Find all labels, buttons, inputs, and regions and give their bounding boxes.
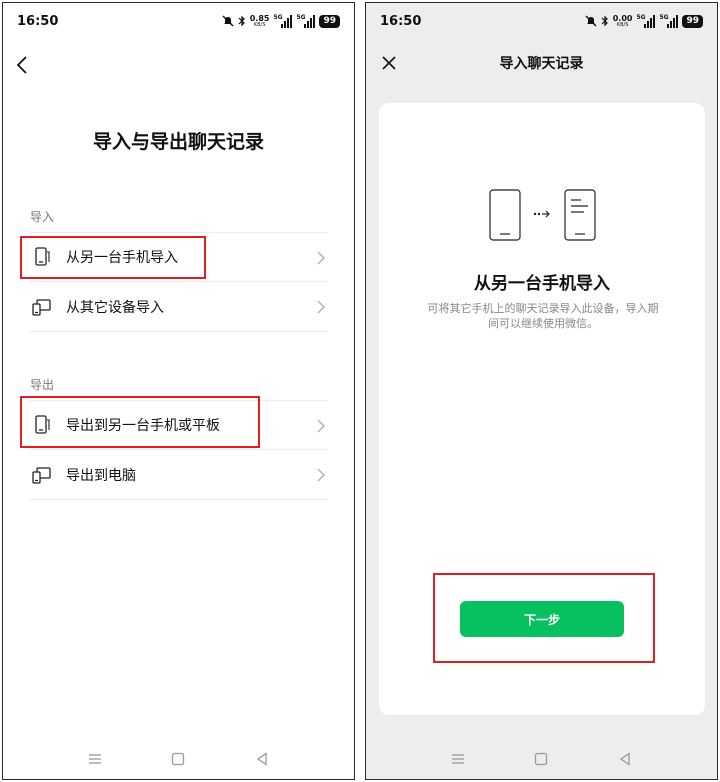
phone-icon [32, 247, 52, 267]
export-to-phone-item[interactable]: 导出到另一台手机或平板 [30, 400, 328, 450]
import-card: 从另一台手机导入 可将其它手机上的聊天记录导入此设备，导入期间可以继续使用微信。… [379, 103, 705, 715]
status-bar: 16:50 0.85 KB/S 5G 5G 99 [3, 3, 354, 43]
signal-icon: 5G [636, 14, 656, 28]
export-section-label: 导出 [30, 378, 55, 392]
bluetooth-icon [601, 15, 609, 27]
right-phone-screen: 16:50 0.00 KB/S 5G 5G 99 导入聊天记录 从另一台手机导入… [365, 2, 718, 780]
chevron-right-icon [316, 467, 326, 483]
devices-icon [32, 465, 52, 485]
system-nav-bar [3, 739, 354, 779]
network-speed: 0.00 KB/S [612, 13, 633, 28]
battery-indicator: 99 [682, 14, 703, 28]
card-title: 从另一台手机导入 [474, 274, 610, 294]
status-icons: 0.85 KB/S 5G 5G 99 [222, 13, 340, 29]
card-description: 可将其它手机上的聊天记录导入此设备，导入期间可以继续使用微信。 [427, 302, 659, 330]
status-time: 16:50 [17, 14, 59, 29]
page-title: 导入与导出聊天记录 [92, 131, 264, 153]
page-title: 导入聊天记录 [499, 56, 584, 72]
system-nav-bar [366, 739, 717, 779]
status-icons: 0.00 KB/S 5G 5G 99 [585, 13, 703, 29]
network-speed: 0.85 KB/S [249, 13, 270, 28]
home-icon[interactable] [532, 750, 550, 768]
import-from-other-device-item[interactable]: 从其它设备导入 [30, 282, 328, 332]
export-to-computer-label: 导出到电脑 [66, 467, 136, 484]
status-time: 16:50 [380, 14, 422, 29]
chevron-right-icon [316, 250, 326, 266]
home-icon[interactable] [169, 750, 187, 768]
phone-icon [32, 415, 52, 435]
back-triangle-icon[interactable] [616, 750, 634, 768]
mute-icon [585, 15, 597, 27]
back-triangle-icon[interactable] [253, 750, 271, 768]
export-to-phone-label: 导出到另一台手机或平板 [66, 418, 220, 434]
chevron-right-icon [316, 299, 326, 315]
menu-icon[interactable] [449, 750, 467, 768]
battery-indicator: 99 [319, 14, 340, 28]
signal-icon: 5G [273, 14, 293, 28]
mute-icon [222, 15, 234, 27]
close-icon[interactable] [378, 52, 400, 74]
import-section-label: 导入 [30, 210, 55, 224]
import-from-phone-label: 从另一台手机导入 [66, 250, 178, 266]
signal-icon: 5G [659, 14, 679, 28]
menu-icon[interactable] [86, 750, 104, 768]
export-to-computer-item[interactable]: 导出到电脑 [30, 450, 328, 500]
import-from-phone-item[interactable]: 从另一台手机导入 [30, 232, 328, 282]
status-bar: 16:50 0.00 KB/S 5G 5G 99 [366, 3, 717, 43]
phone-transfer-icon [489, 189, 599, 243]
back-arrow-icon[interactable] [11, 53, 35, 77]
left-phone-screen: 16:50 0.85 KB/S 5G 5G 99 导入与导出聊天记录 导入 从另… [2, 2, 355, 780]
signal-icon: 5G [296, 14, 316, 28]
chevron-right-icon [316, 418, 326, 434]
import-from-other-device-label: 从其它设备导入 [66, 299, 164, 316]
next-step-button[interactable]: 下一步 [460, 601, 624, 637]
bluetooth-icon [238, 15, 246, 27]
devices-icon [32, 297, 52, 317]
